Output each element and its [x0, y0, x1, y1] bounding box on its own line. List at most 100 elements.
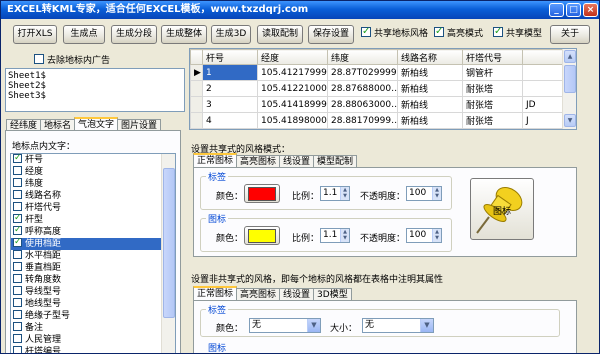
chevron-down-icon[interactable]: ▼: [420, 319, 433, 332]
spinner-arrows-icon[interactable]: ▲ ▼: [340, 229, 349, 242]
table-cell[interactable]: 105.41217999…: [257, 64, 328, 81]
table-cell[interactable]: 钢管杆: [462, 64, 523, 81]
field-list-item[interactable]: 地线型号: [11, 298, 175, 310]
maximize-button[interactable]: □: [566, 3, 581, 17]
field-list-item[interactable]: 人民管理: [11, 334, 175, 346]
table-cell[interactable]: [522, 64, 565, 81]
save-settings-button[interactable]: 保存设置: [308, 25, 354, 44]
sheet-item[interactable]: Sheet3$: [8, 91, 182, 101]
table-cell[interactable]: 新柏线: [397, 96, 463, 113]
row-header[interactable]: [190, 96, 203, 113]
field-list-item[interactable]: 备注: [11, 322, 175, 334]
checkbox-box[interactable]: [361, 25, 371, 39]
field-list-item[interactable]: 杆型: [11, 212, 175, 226]
column-header[interactable]: 杆塔代号: [462, 49, 523, 65]
scroll-thumb[interactable]: [564, 65, 576, 93]
table-cell[interactable]: 105.41898000…: [257, 112, 328, 129]
table-cell[interactable]: 28.88170999…: [327, 112, 398, 129]
field-list-item[interactable]: 垂直档距: [11, 262, 175, 274]
checkbox-box[interactable]: [13, 236, 22, 248]
checkbox-box[interactable]: [13, 334, 22, 343]
column-header[interactable]: 杆号: [202, 49, 258, 65]
column-header[interactable]: 线路名称: [397, 49, 463, 65]
table-cell[interactable]: 2: [202, 80, 258, 97]
checkbox-box[interactable]: [13, 274, 22, 283]
field-list-item[interactable]: 杆号: [11, 154, 175, 166]
column-header[interactable]: [522, 49, 565, 65]
checkbox-box[interactable]: [493, 25, 503, 39]
table-cell[interactable]: J: [522, 112, 565, 129]
field-list-item[interactable]: 使用档距: [11, 236, 175, 250]
table-cell[interactable]: 28.87T029999…: [327, 64, 398, 81]
tab-normal-icon[interactable]: 正常图标: [193, 153, 238, 168]
field-checklist[interactable]: 杆号经度纬度线路名称杆塔代号杆型呼称高度使用档距水平档距垂直档距转角度数导线型号…: [10, 153, 176, 353]
nonshared-size-select[interactable]: 无 ▼: [362, 318, 434, 333]
checkbox-box[interactable]: [13, 202, 22, 211]
data-grid[interactable]: 杆号 经度 纬度 线路名称 杆塔代号 ▶1105.41217999…28.87T…: [189, 48, 577, 130]
table-cell[interactable]: 3: [202, 96, 258, 113]
sheet-list[interactable]: Sheet1$ Sheet2$ Sheet3$: [5, 68, 185, 112]
tab-normal-icon[interactable]: 正常图标: [193, 286, 238, 301]
checkbox-box[interactable]: [13, 166, 22, 175]
field-list-item[interactable]: 导线型号: [11, 286, 175, 298]
field-list-item[interactable]: 绝缘子型号: [11, 310, 175, 322]
minimize-button[interactable]: _: [549, 3, 564, 17]
sheet-item[interactable]: Sheet1$: [8, 71, 182, 81]
table-row[interactable]: 4105.41898000…28.88170999…新柏线耐张塔J: [190, 112, 565, 129]
table-cell[interactable]: 4: [202, 112, 258, 129]
checkbox-box[interactable]: [13, 346, 22, 353]
generate-points-button[interactable]: 生成点: [63, 25, 105, 44]
chevron-down-icon[interactable]: ▼: [307, 319, 320, 332]
table-cell[interactable]: 新柏线: [397, 80, 463, 97]
table-cell[interactable]: 105.41418999…: [257, 96, 328, 113]
checkbox-box[interactable]: [34, 54, 44, 64]
checkbox-box[interactable]: [13, 310, 22, 319]
spinner-arrows-icon[interactable]: ▲ ▼: [340, 187, 349, 200]
column-header[interactable]: 纬度: [327, 49, 398, 65]
title-bar[interactable]: EXCEL转KML专家，适合任何EXCEL模板，www.txzdqrj.com …: [1, 1, 599, 19]
scroll-up-icon[interactable]: ▲: [564, 50, 576, 63]
scroll-thumb[interactable]: [163, 168, 175, 318]
icon-opacity-spinner[interactable]: 100 ▲ ▼: [406, 228, 442, 243]
icon-color-button[interactable]: [244, 226, 280, 245]
table-cell[interactable]: 1: [202, 64, 258, 81]
field-list-scrollbar[interactable]: [161, 154, 175, 353]
highlight-mode-checkbox[interactable]: 高亮模式: [434, 25, 483, 41]
table-cell[interactable]: 耐张塔: [462, 112, 523, 129]
table-row[interactable]: ▶1105.41217999…28.87T029999…新柏线钢管杆: [190, 64, 565, 81]
label-opacity-spinner[interactable]: 100 ▲ ▼: [406, 186, 442, 201]
checkbox-box[interactable]: [13, 178, 22, 187]
table-cell[interactable]: [522, 80, 565, 97]
field-list-item[interactable]: 水平档距: [11, 250, 175, 262]
table-cell[interactable]: JD: [522, 96, 565, 113]
column-header[interactable]: 经度: [257, 49, 328, 65]
icon-ratio-spinner[interactable]: 1.1 ▲ ▼: [320, 228, 350, 243]
about-button[interactable]: 关于: [550, 25, 590, 44]
table-cell[interactable]: 新柏线: [397, 64, 463, 81]
checkbox-box[interactable]: [13, 262, 22, 271]
grid-scrollbar[interactable]: ▲ ▼: [562, 49, 576, 129]
spinner-arrows-icon[interactable]: ▲ ▼: [432, 229, 441, 242]
table-row[interactable]: 2105.41221000…28.87688000…新柏线耐张塔: [190, 80, 565, 97]
field-list-item[interactable]: 杆塔代号: [11, 202, 175, 214]
checkbox-box[interactable]: [434, 25, 444, 39]
checkbox-box[interactable]: [13, 212, 22, 224]
field-list-item[interactable]: 转角度数: [11, 274, 175, 286]
checkbox-box[interactable]: [13, 224, 22, 236]
row-header[interactable]: [190, 80, 203, 97]
spinner-arrows-icon[interactable]: ▲ ▼: [432, 187, 441, 200]
checkbox-box[interactable]: [13, 250, 22, 259]
row-header[interactable]: ▶: [190, 64, 203, 81]
checkbox-box[interactable]: [13, 154, 22, 164]
generate-whole-button[interactable]: 生成整体: [161, 25, 207, 44]
icon-preview-button[interactable]: 图标: [470, 178, 534, 240]
scroll-down-icon[interactable]: ▼: [564, 114, 576, 127]
close-window-button[interactable]: ×: [583, 3, 598, 17]
open-xls-button[interactable]: 打开XLS: [13, 25, 57, 44]
load-config-button[interactable]: 读取配制: [257, 25, 303, 44]
field-list-item[interactable]: 呼称高度: [11, 224, 175, 238]
field-list-item[interactable]: 纬度: [11, 178, 175, 190]
field-list-item[interactable]: 经度: [11, 166, 175, 178]
remove-ad-checkbox[interactable]: 去除地标内广告: [34, 54, 110, 68]
checkbox-box[interactable]: [13, 286, 22, 295]
